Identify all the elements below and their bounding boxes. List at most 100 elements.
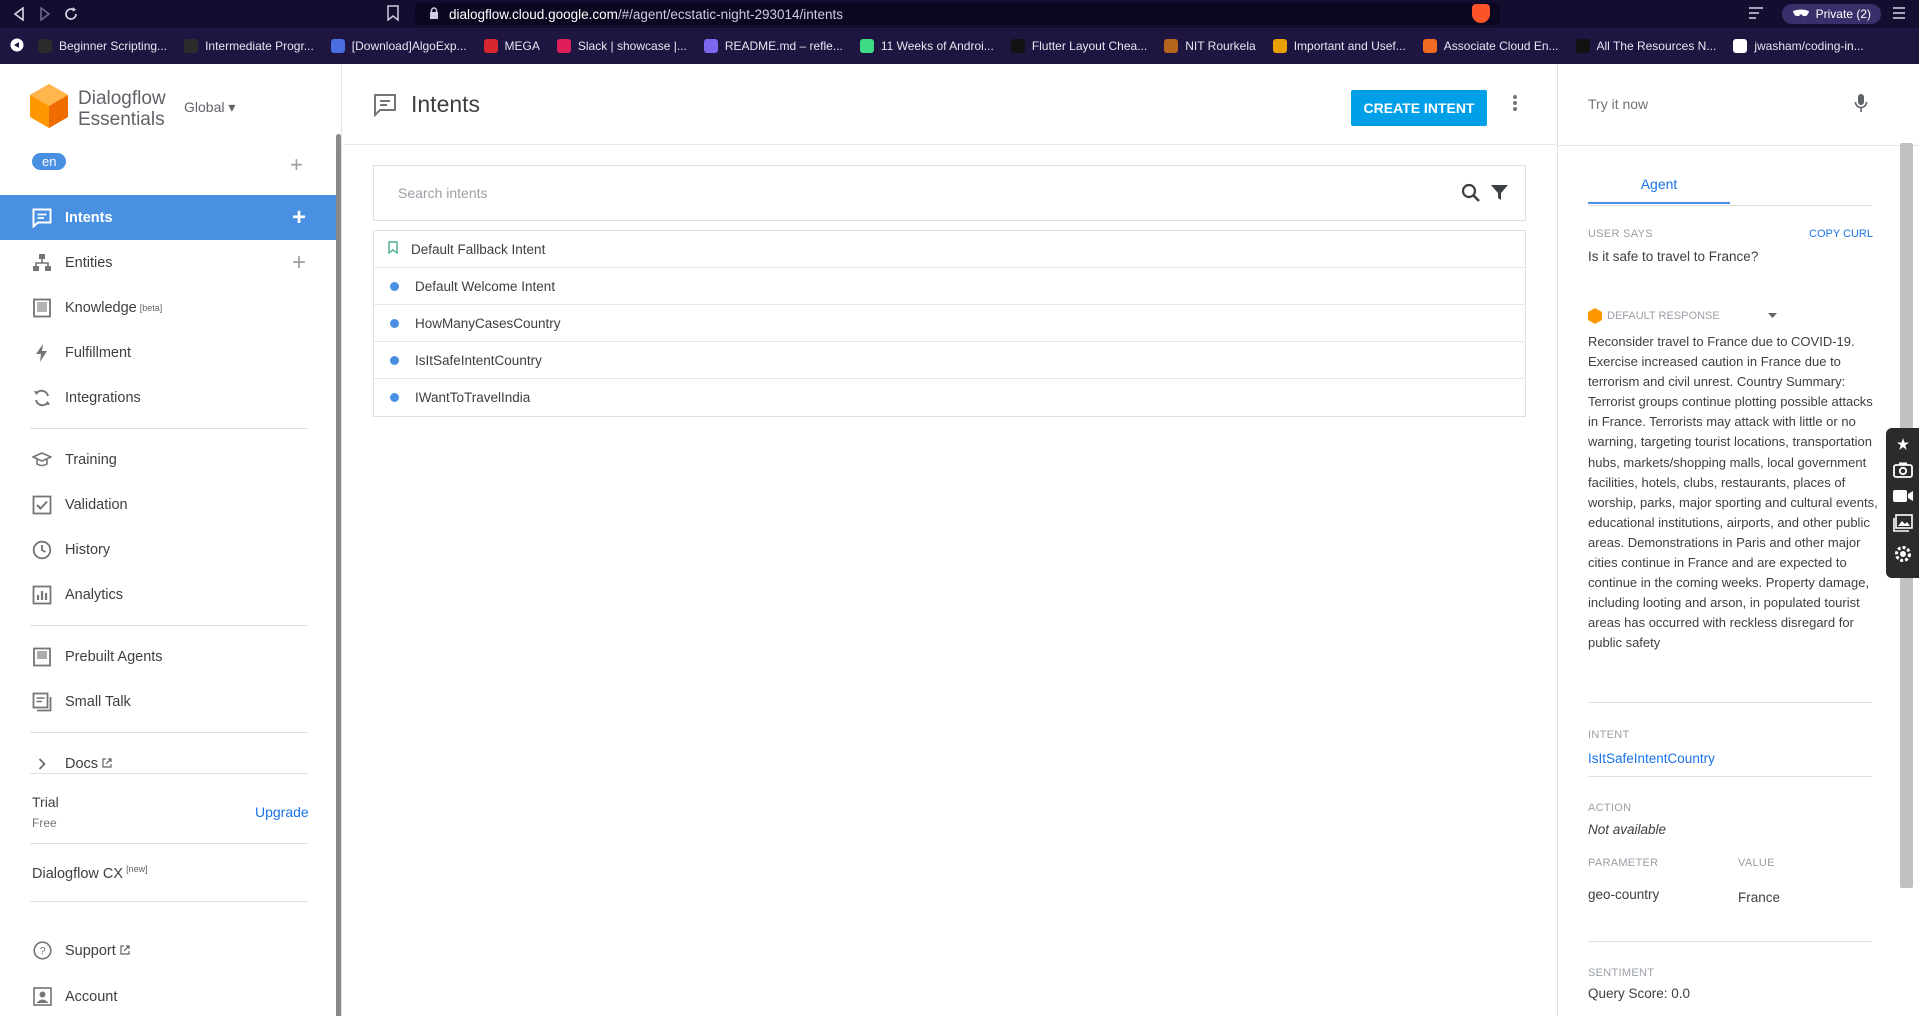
- sidebar-item-analytics[interactable]: Analytics: [0, 572, 336, 617]
- plan-tier: Free: [32, 816, 57, 830]
- intent-row[interactable]: IWantToTravelIndia: [374, 379, 1525, 416]
- sidebar-item-label: Fulfillment: [65, 344, 132, 361]
- sidebar-item-label: Integrations: [65, 389, 141, 406]
- section-divider: [1588, 702, 1872, 703]
- bookmark-label: MEGA: [504, 39, 540, 53]
- bookmark-item[interactable]: [Download]AlgoExp...: [330, 39, 467, 53]
- microphone-icon[interactable]: [1854, 93, 1868, 118]
- bookmark-item[interactable]: MEGA: [483, 39, 540, 53]
- search-icon[interactable]: [1461, 183, 1481, 208]
- intent-row[interactable]: IsItSafeIntentCountry: [374, 342, 1525, 379]
- private-window-badge[interactable]: Private (2): [1781, 4, 1881, 24]
- matched-intent-link[interactable]: IsItSafeIntentCountry: [1588, 751, 1715, 766]
- brand-line1: Dialogflow: [78, 88, 166, 109]
- bookmark-item[interactable]: jwasham/coding-in...: [1733, 39, 1864, 53]
- sidebar-item-small-talk[interactable]: Small Talk: [0, 679, 336, 724]
- video-camera-icon[interactable]: [1892, 489, 1914, 508]
- bookmark-item[interactable]: Associate Cloud En...: [1422, 39, 1559, 53]
- bookmark-item[interactable]: 11 Weeks of Androi...: [859, 39, 994, 53]
- add-entities-icon[interactable]: +: [292, 249, 306, 277]
- bookmark-item[interactable]: Beginner Scripting...: [38, 39, 167, 53]
- language-pill[interactable]: en: [32, 153, 67, 170]
- bookmark-favicon-icon: [330, 39, 345, 53]
- nav-divider: [30, 428, 308, 429]
- gallery-icon[interactable]: [1892, 514, 1913, 537]
- create-intent-button[interactable]: CREATE INTENT: [1351, 90, 1487, 126]
- bookmark-label: Slack | showcase |...: [577, 39, 687, 53]
- page-title: Intents: [411, 91, 481, 117]
- sidebar-item-intents[interactable]: Intents +: [0, 195, 336, 240]
- sidebar-item-prebuilt-agents[interactable]: Prebuilt Agents: [0, 634, 336, 679]
- intent-row[interactable]: HowManyCasesCountry: [374, 305, 1525, 342]
- back-icon[interactable]: [6, 0, 32, 28]
- help-circle-icon: ?: [32, 941, 52, 961]
- sidebar-scrollbar[interactable]: [336, 134, 341, 1016]
- upgrade-link[interactable]: Upgrade: [255, 804, 309, 820]
- bookmark-item[interactable]: All The Resources N...: [1575, 39, 1716, 53]
- filter-icon[interactable]: [1490, 183, 1509, 207]
- region-selector[interactable]: Global ▾: [184, 99, 235, 116]
- brave-shield-icon[interactable]: [1472, 4, 1490, 23]
- bookmarks-bar: Beginner Scripting... Intermediate Progr.…: [0, 28, 1919, 64]
- private-label: Private (2): [1815, 7, 1871, 21]
- user-says-label: USER SAYS: [1588, 228, 1653, 240]
- intent-row[interactable]: Default Welcome Intent: [374, 268, 1525, 305]
- tab-agent[interactable]: Agent: [1588, 164, 1730, 204]
- sidebar-item-history[interactable]: History: [0, 527, 336, 572]
- sidebar-item-training[interactable]: Training: [0, 437, 336, 482]
- section-divider: [1588, 776, 1872, 777]
- add-language-icon[interactable]: +: [290, 154, 303, 176]
- search-input[interactable]: [398, 185, 1398, 201]
- sidebar-item-account[interactable]: Account: [0, 974, 336, 1016]
- parameter-value: France: [1738, 890, 1781, 905]
- dialogflow-cx-link[interactable]: Dialogflow CX [new]: [32, 864, 148, 882]
- star-icon[interactable]: [1896, 437, 1909, 455]
- value-label: VALUE: [1738, 857, 1775, 869]
- sidebar-item-fulfillment[interactable]: Fulfillment: [0, 330, 336, 375]
- dialogflow-logo: [30, 84, 68, 128]
- sidebar-item-integrations[interactable]: Integrations: [0, 375, 336, 420]
- bookmark-item[interactable]: NIT Rourkela: [1164, 39, 1256, 53]
- reader-mode-icon[interactable]: [1748, 6, 1764, 22]
- try-it-now-input[interactable]: Try it now: [1588, 96, 1648, 112]
- action-value: Not available: [1588, 822, 1667, 837]
- intent-list: Default Fallback Intent Default Welcome I…: [373, 230, 1526, 417]
- add-intents-icon[interactable]: +: [292, 204, 306, 232]
- bookmark-favicon-icon: [1733, 39, 1748, 53]
- bookmark-item[interactable]: README.md – refle...: [703, 39, 843, 53]
- sidebar-item-label: Prebuilt Agents: [65, 648, 163, 665]
- nav-divider: [30, 773, 308, 774]
- bookmark-favicon-icon: [38, 39, 52, 53]
- dialogflow-logo-icon: [1588, 308, 1602, 324]
- brave-news-icon[interactable]: [10, 38, 24, 55]
- more-options-icon[interactable]: [1513, 94, 1517, 117]
- camera-icon[interactable]: [1892, 462, 1913, 483]
- settings-gear-icon[interactable]: [1893, 544, 1913, 569]
- sidebar-item-entities[interactable]: Entities +: [0, 240, 336, 285]
- copy-curl-link[interactable]: COPY CURL: [1809, 228, 1873, 240]
- sidebar-item-docs[interactable]: Docs: [0, 741, 336, 786]
- entities-icon: [32, 253, 52, 273]
- menu-icon[interactable]: [1893, 6, 1905, 22]
- address-bar[interactable]: dialogflow.cloud.google.com /#/agent/ecs…: [415, 3, 1500, 25]
- bookmark-item[interactable]: Slack | showcase |...: [556, 39, 687, 53]
- parameter-name: geo-country: [1588, 887, 1660, 902]
- sidebar-item-knowledge[interactable]: Knowledge [beta]: [0, 285, 336, 330]
- bookmark-item[interactable]: Important and Usef...: [1272, 39, 1406, 53]
- intent-row[interactable]: Default Fallback Intent: [374, 231, 1525, 268]
- sidebar-item-validation[interactable]: Validation: [0, 482, 336, 527]
- bookmark-item[interactable]: Intermediate Progr...: [184, 39, 314, 53]
- sidebar-item-label: Training: [65, 451, 117, 468]
- bookmark-item[interactable]: Flutter Layout Chea...: [1010, 39, 1147, 53]
- integrations-icon: [32, 388, 52, 408]
- sidebar-item-support[interactable]: ? Support: [0, 928, 336, 973]
- checkbox-icon: [32, 495, 52, 515]
- sidebar-item-label: Account: [65, 988, 118, 1005]
- reload-icon[interactable]: [58, 0, 84, 28]
- bookmark-label: [Download]AlgoExp...: [351, 39, 467, 53]
- bookmark-label: Important and Usef...: [1293, 39, 1406, 53]
- clock-icon: [32, 540, 52, 560]
- chevron-down-icon[interactable]: [1767, 310, 1777, 322]
- forward-icon[interactable]: [32, 0, 58, 28]
- bookmark-page-icon[interactable]: [387, 5, 399, 24]
